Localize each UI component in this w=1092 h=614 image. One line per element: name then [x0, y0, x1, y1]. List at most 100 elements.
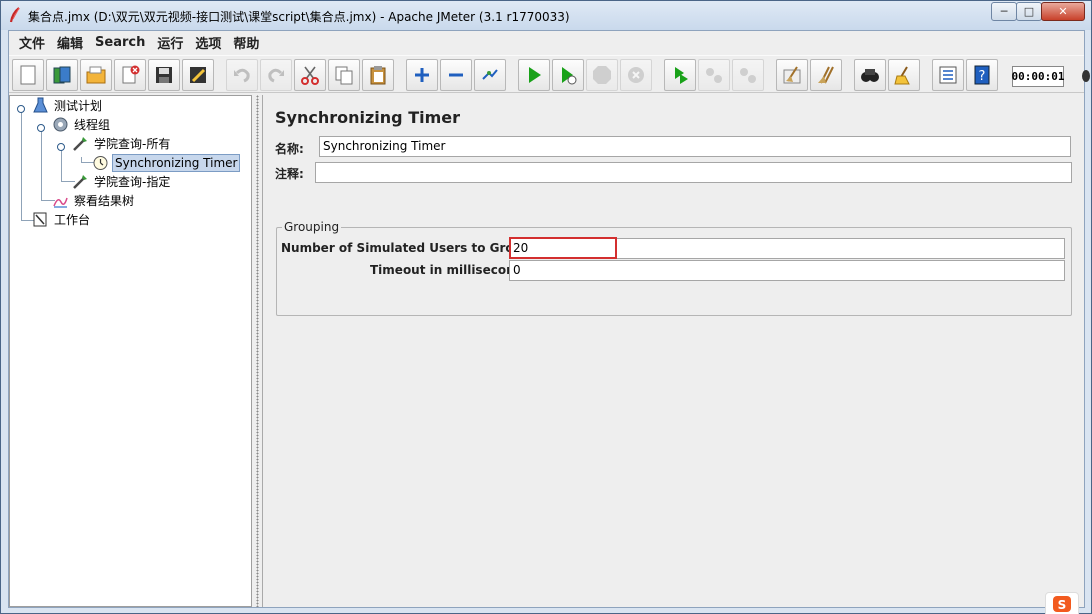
maximize-button[interactable]: □ [1016, 2, 1042, 21]
new-icon [20, 65, 36, 85]
remote-shutdown-icon [740, 68, 756, 83]
tree-toggle-test-plan[interactable] [17, 105, 25, 113]
tree-toggle-sampler-all[interactable] [57, 143, 65, 151]
save-icon [156, 67, 172, 83]
menu-edit[interactable]: 编辑 [51, 33, 89, 52]
tree-node-sampler-specific[interactable]: 学院查询-指定 [72, 172, 172, 191]
remote-stop-icon [706, 68, 722, 83]
remote-shutdown-button[interactable] [732, 59, 764, 91]
open-button[interactable] [80, 59, 112, 91]
tree-node-thread-group[interactable]: 线程组 [52, 115, 112, 134]
stop-button[interactable] [586, 59, 618, 91]
save-button[interactable] [148, 59, 180, 91]
svg-text:S: S [1058, 598, 1067, 612]
undo-icon [234, 68, 250, 83]
help-icon: ? [974, 65, 990, 85]
menu-options[interactable]: 选项 [189, 33, 227, 52]
menu-search[interactable]: Search [89, 35, 151, 50]
comment-label: 注释: [275, 167, 304, 181]
svg-text:?: ? [979, 69, 986, 84]
close-button[interactable]: ✕ [1041, 2, 1085, 21]
title-bar[interactable]: 集合点.jmx (D:\双元\双元视频-接口测试\课堂script\集合点.jm… [1, 1, 1091, 30]
search-button[interactable] [854, 59, 886, 91]
collapse-icon [449, 73, 463, 77]
reset-search-button[interactable] [888, 59, 920, 91]
ime-indicator[interactable]: S [1045, 592, 1079, 614]
copy-icon [335, 66, 353, 85]
toggle-button[interactable] [474, 59, 506, 91]
test-plan-tree: 测试计划 线程组 学院查询-所有 Synchronizing Timer 学院查… [9, 95, 252, 607]
remote-start-icon [675, 67, 688, 84]
reset-search-icon [894, 66, 910, 85]
clear-all-icon [818, 66, 834, 84]
jmeter-feather-icon [9, 7, 20, 23]
close-file-button[interactable] [114, 59, 146, 91]
jmeter-window: 集合点.jmx (D:\双元\双元视频-接口测试\课堂script\集合点.jm… [0, 0, 1092, 614]
shutdown-button[interactable] [620, 59, 652, 91]
stop-icon [593, 66, 611, 84]
start-icon [529, 67, 541, 83]
tree-toggle-thread-group[interactable] [37, 124, 45, 132]
remote-stop-button[interactable] [698, 59, 730, 91]
redo-button[interactable] [260, 59, 292, 91]
start-no-timers-button[interactable] [552, 59, 584, 91]
thread-group-icon [53, 117, 68, 132]
minimize-button[interactable]: ─ [991, 2, 1017, 21]
expand-icon [415, 68, 429, 82]
menu-run[interactable]: 运行 [151, 33, 189, 52]
tree-node-sampler-all[interactable]: 学院查询-所有 [72, 134, 172, 153]
copy-button[interactable] [328, 59, 360, 91]
toolbar: ? 00:00:01 [9, 55, 1090, 93]
start-no-timers-icon [562, 67, 577, 85]
search-icon [861, 69, 879, 82]
save-screenshot-button[interactable] [182, 59, 214, 91]
close-file-icon [122, 65, 140, 84]
new-button[interactable] [12, 59, 44, 91]
users-field[interactable]: 20 [509, 238, 1065, 259]
status-indicator [1082, 70, 1090, 82]
tree-node-workbench[interactable]: 工作台 [32, 210, 92, 229]
comment-field[interactable] [315, 162, 1072, 183]
http-sampler-icon [73, 137, 87, 151]
remote-start-button[interactable] [664, 59, 696, 91]
elapsed-timer: 00:00:01 [1012, 66, 1065, 87]
panel-title: Synchronizing Timer [275, 108, 460, 127]
toggle-icon [482, 69, 498, 80]
tree-node-test-plan[interactable]: 测试计划 [32, 96, 104, 115]
timer-icon [93, 156, 108, 170]
function-helper-icon [939, 66, 957, 84]
tree-node-synchronizing-timer[interactable]: Synchronizing Timer [92, 153, 241, 172]
clear-button[interactable] [776, 59, 808, 91]
open-icon [86, 66, 106, 84]
window-title: 集合点.jmx (D:\双元\双元视频-接口测试\课堂script\集合点.jm… [28, 10, 570, 24]
sogou-ime-icon: S [1053, 595, 1071, 612]
timeout-field[interactable]: 0 [509, 260, 1065, 281]
splitter-grip [256, 95, 259, 607]
help-button[interactable]: ? [966, 59, 998, 91]
menu-help[interactable]: 帮助 [227, 33, 265, 52]
paste-button[interactable] [362, 59, 394, 91]
save-screenshot-icon [190, 67, 206, 83]
tree-node-results-tree[interactable]: 察看结果树 [52, 191, 136, 210]
start-button[interactable] [518, 59, 550, 91]
grouping-legend: Grouping [282, 220, 342, 234]
menu-bar: 文件 编辑 Search 运行 选项 帮助 [9, 31, 1084, 54]
test-plan-icon [33, 97, 48, 113]
clear-icon [783, 66, 801, 84]
timer-config-panel: Synchronizing Timer 名称: Synchronizing Ti… [262, 95, 1084, 607]
menu-file[interactable]: 文件 [13, 33, 51, 52]
client-area: 文件 编辑 Search 运行 选项 帮助 ? 00:00:01 测试计划 线程… [8, 30, 1090, 608]
undo-button[interactable] [226, 59, 258, 91]
templates-icon [53, 66, 71, 84]
expand-button[interactable] [406, 59, 438, 91]
templates-button[interactable] [46, 59, 78, 91]
workbench-icon [33, 212, 47, 227]
results-tree-icon [53, 197, 68, 208]
cut-button[interactable] [294, 59, 326, 91]
clear-all-button[interactable] [810, 59, 842, 91]
name-field[interactable]: Synchronizing Timer [319, 136, 1071, 157]
collapse-button[interactable] [440, 59, 472, 91]
function-helper-button[interactable] [932, 59, 964, 91]
cut-icon [301, 66, 319, 85]
paste-icon [370, 66, 386, 85]
